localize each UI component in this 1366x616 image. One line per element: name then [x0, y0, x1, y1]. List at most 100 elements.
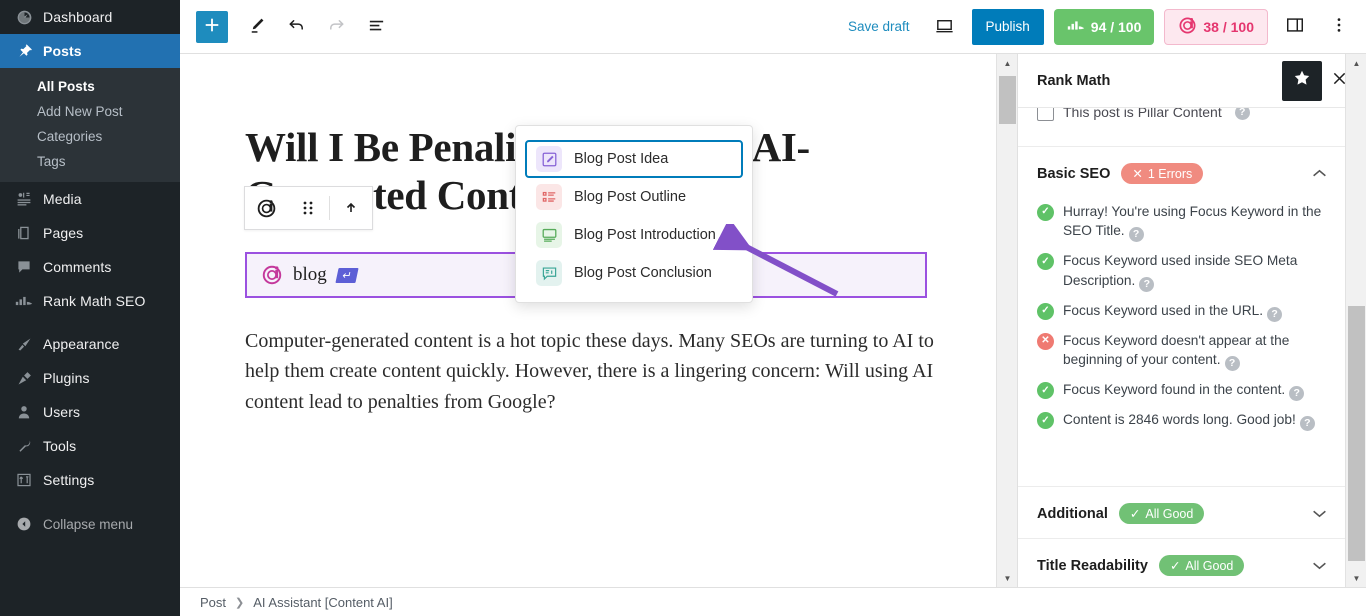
save-draft-button[interactable]: Save draft: [840, 13, 918, 40]
sidebar-toggle-icon: [1285, 15, 1305, 38]
seo-check-item: ✕ Focus Keyword doesn't appear at the be…: [1037, 327, 1327, 376]
undo-button[interactable]: [278, 9, 314, 45]
preview-button[interactable]: [928, 10, 962, 44]
seo-score-badge[interactable]: 94 / 100: [1053, 8, 1155, 45]
question-mark-icon[interactable]: ?: [1234, 108, 1250, 120]
menu-item-blog-post-outline[interactable]: Blog Post Outline: [525, 178, 743, 216]
editor-footer-breadcrumb: Post ❯ AI Assistant [Content AI]: [180, 587, 1366, 616]
star-icon: [1293, 69, 1311, 92]
seo-check-item: ✓ Focus Keyword found in the content.?: [1037, 376, 1327, 406]
section-header-title-readability[interactable]: Title Readability ✓ All Good: [1018, 539, 1346, 587]
sidebar-item-posts[interactable]: Posts: [0, 34, 180, 68]
rankmath-panel-title: Rank Math: [1037, 72, 1111, 89]
seo-check-text: Focus Keyword used in the URL.: [1063, 302, 1264, 318]
collapse-menu-label: Collapse menu: [43, 516, 134, 532]
add-block-button[interactable]: [196, 10, 228, 43]
collapse-arrow-icon: [11, 516, 37, 532]
content-ai-block-text: blog: [293, 264, 327, 285]
sidebar-item-dashboard[interactable]: Dashboard: [0, 0, 180, 34]
settings-icon: [11, 472, 37, 488]
header-left-tools: [180, 9, 394, 45]
sidebar-item-label: Tools: [43, 438, 77, 454]
sidebar-item-plugins[interactable]: Plugins: [0, 361, 180, 395]
rankmath-scrollbar-thumb[interactable]: [1348, 306, 1365, 561]
canvas-scrollbar-thumb[interactable]: [999, 76, 1016, 124]
menu-item-label: Blog Post Introduction: [574, 227, 716, 243]
question-mark-icon[interactable]: ?: [1139, 276, 1155, 292]
speech-card-icon: [536, 260, 562, 286]
menu-item-blog-post-idea[interactable]: Blog Post Idea: [525, 140, 743, 178]
sidebar-item-label: Dashboard: [43, 9, 113, 25]
status-badge: ✓ All Good: [1118, 503, 1205, 525]
list-view-button[interactable]: [358, 9, 394, 45]
question-mark-icon[interactable]: ?: [1267, 306, 1283, 322]
breadcrumb-item-ai-assistant[interactable]: AI Assistant [Content AI]: [253, 595, 392, 610]
sidebar-item-label: Plugins: [43, 370, 90, 386]
tools-pencil-button[interactable]: [238, 9, 274, 45]
sidebar-subitem-add-new-post[interactable]: Add New Post: [0, 99, 180, 124]
sidebar-item-label: Media: [43, 191, 82, 207]
block-move-up-icon[interactable]: [330, 187, 372, 229]
question-mark-icon[interactable]: ?: [1299, 416, 1315, 432]
preview-laptop-icon: [934, 15, 955, 39]
menu-item-label: Blog Post Outline: [574, 189, 687, 205]
user-icon: [11, 404, 37, 420]
question-mark-icon[interactable]: ?: [1289, 386, 1305, 402]
question-mark-icon[interactable]: ?: [1224, 356, 1240, 372]
admin-sidebar: Dashboard Posts All Posts Add New Post C…: [0, 0, 180, 616]
content-ai-block-icon[interactable]: [245, 187, 287, 229]
canvas-scrollbar[interactable]: ▲ ▼: [996, 54, 1017, 587]
sidebar-item-settings[interactable]: Settings: [0, 463, 180, 497]
section-header-basic-seo[interactable]: Basic SEO ✕ 1 Errors: [1018, 147, 1346, 198]
sidebar-subitem-categories[interactable]: Categories: [0, 124, 180, 149]
sidebar-subitem-all-posts[interactable]: All Posts: [0, 74, 180, 99]
chevron-right-icon: ❯: [235, 596, 245, 609]
collapse-menu-button[interactable]: Collapse menu: [0, 507, 180, 541]
redo-button[interactable]: [318, 9, 354, 45]
brush-icon: [11, 336, 37, 353]
sidebar-item-tools[interactable]: Tools: [0, 429, 180, 463]
menu-item-blog-post-conclusion[interactable]: Blog Post Conclusion: [525, 254, 743, 292]
scroll-down-arrow-icon[interactable]: ▼: [1346, 569, 1366, 587]
menu-item-label: Blog Post Idea: [574, 151, 669, 167]
comments-icon: [11, 259, 37, 275]
pillar-content-checkbox[interactable]: [1037, 108, 1054, 121]
more-options-button[interactable]: [1322, 10, 1356, 44]
plug-icon: [11, 370, 37, 387]
chevron-up-icon[interactable]: [1312, 167, 1327, 181]
sidebar-item-label: Appearance: [43, 336, 120, 352]
section-header-additional[interactable]: Additional ✓ All Good: [1018, 487, 1346, 538]
seo-check-item: ✓ Focus Keyword used inside SEO Meta Des…: [1037, 247, 1327, 296]
breadcrumb-item-post[interactable]: Post: [200, 595, 226, 610]
settings-panel-toggle-button[interactable]: [1278, 10, 1312, 44]
scroll-up-arrow-icon[interactable]: ▲: [1346, 54, 1366, 72]
sidebar-item-comments[interactable]: Comments: [0, 250, 180, 284]
post-paragraph[interactable]: Computer-generated content is a hot topi…: [245, 326, 935, 417]
content-ai-score-badge[interactable]: 38 / 100: [1164, 8, 1268, 45]
sidebar-item-appearance[interactable]: Appearance: [0, 327, 180, 361]
sidebar-subitem-tags[interactable]: Tags: [0, 149, 180, 174]
wrench-icon: [11, 438, 37, 455]
rankmath-sidebar: Rank Math This post is Pillar Content ?: [1017, 54, 1366, 587]
sidebar-item-users[interactable]: Users: [0, 395, 180, 429]
sidebar-item-pages[interactable]: Pages: [0, 216, 180, 250]
publish-button[interactable]: Publish: [971, 8, 1044, 45]
sidebar-item-label: Users: [43, 404, 81, 420]
sidebar-item-media[interactable]: Media: [0, 182, 180, 216]
chevron-down-icon[interactable]: [1312, 559, 1327, 573]
sidebar-item-rank-math-seo[interactable]: Rank Math SEO: [0, 284, 180, 318]
sidebar-item-label: Rank Math SEO: [43, 293, 146, 309]
menu-item-blog-post-introduction[interactable]: Blog Post Introduction: [525, 216, 743, 254]
scroll-down-arrow-icon[interactable]: ▼: [997, 569, 1018, 587]
status-badge: ✓ All Good: [1158, 555, 1245, 577]
chevron-down-icon[interactable]: [1312, 507, 1327, 521]
question-mark-icon[interactable]: ?: [1128, 227, 1144, 243]
check-icon: ✓: [1169, 559, 1181, 574]
media-icon: [11, 191, 37, 207]
plus-icon: [203, 16, 221, 37]
scroll-up-arrow-icon[interactable]: ▲: [997, 54, 1018, 72]
drag-dots-icon[interactable]: [287, 187, 329, 229]
rankmath-star-button[interactable]: [1282, 60, 1322, 101]
pillar-content-row[interactable]: This post is Pillar Content ?: [1018, 108, 1346, 125]
rankmath-scrollbar[interactable]: ▲ ▼: [1345, 54, 1366, 587]
